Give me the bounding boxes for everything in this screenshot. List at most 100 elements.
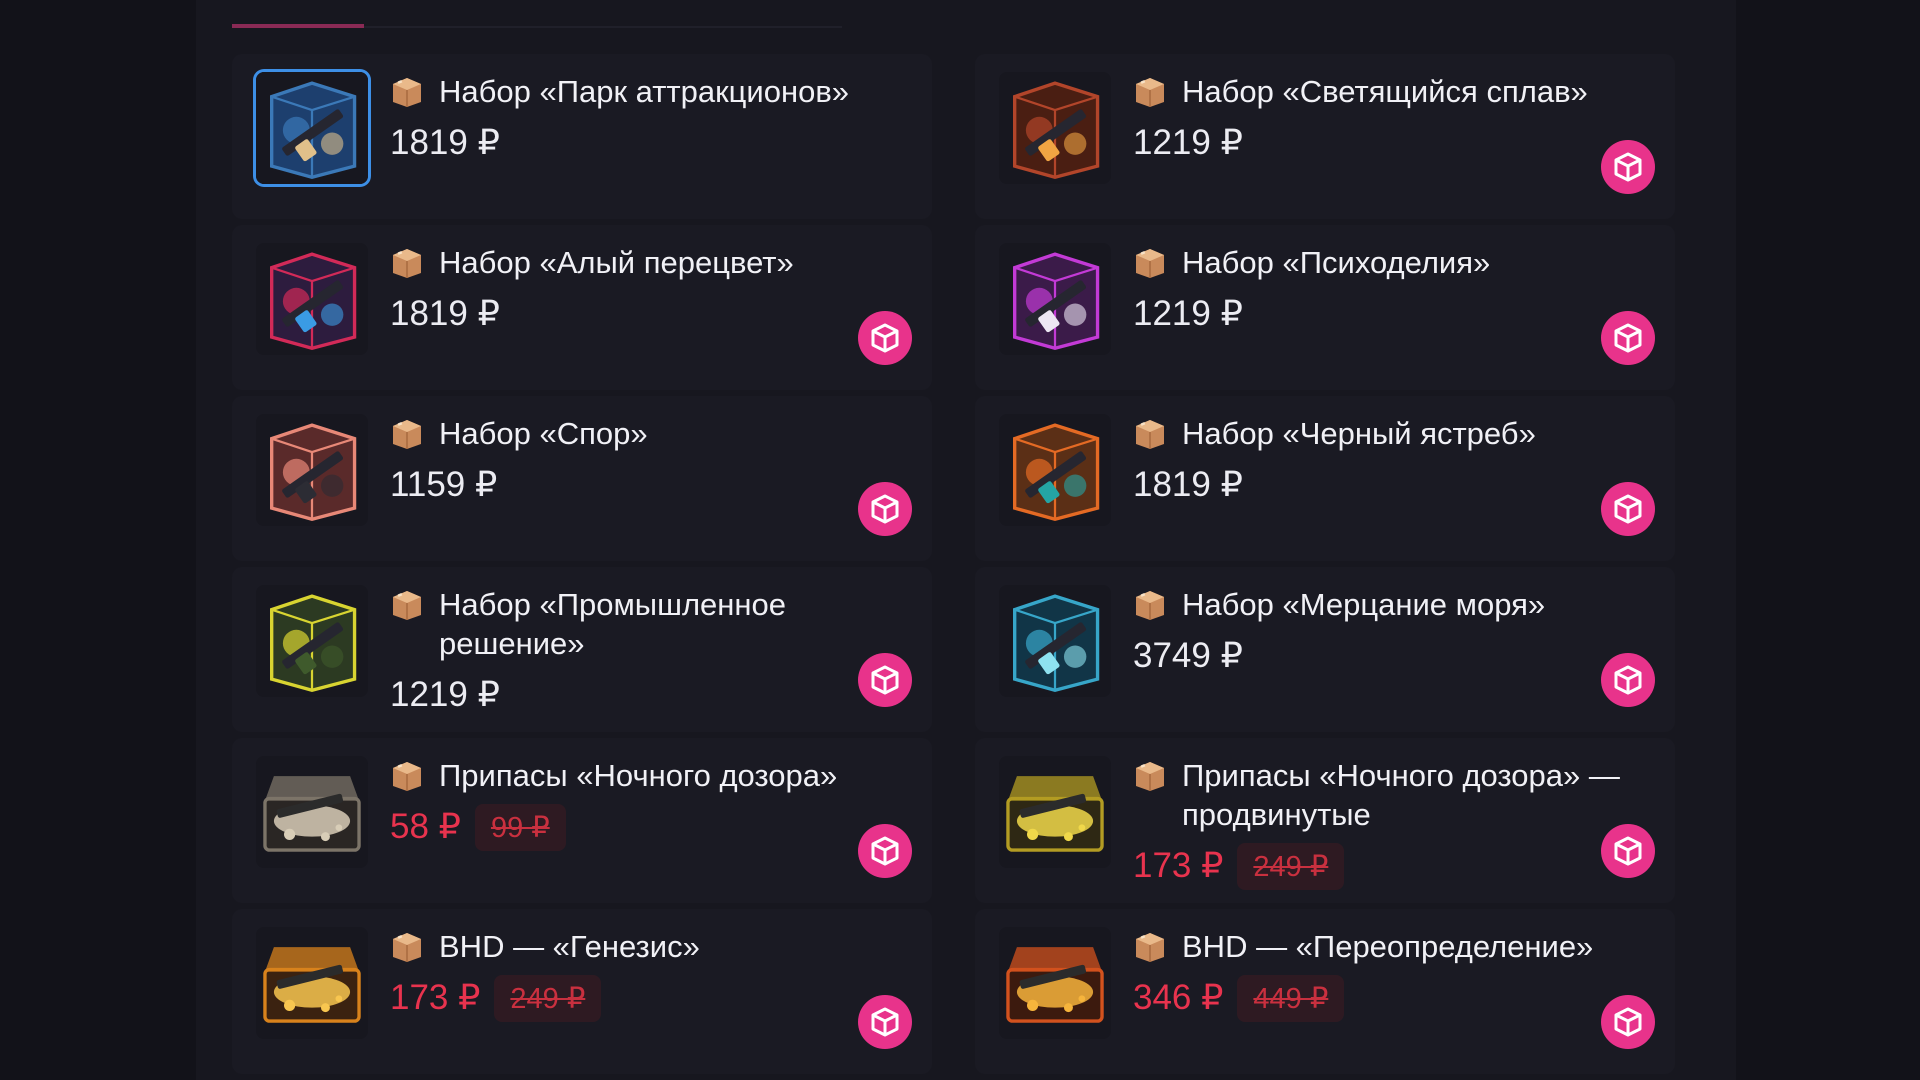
product-title: Набор «Парк аттракционов» — [439, 74, 850, 109]
product-card[interactable]: Набор «Мерцание моря» 3749 ₽ — [975, 567, 1675, 732]
package-icon — [390, 760, 424, 792]
price-row: 58 ₽ 99 ₽ — [390, 803, 890, 851]
product-title-row: Набор «Мерцание моря» — [1133, 585, 1633, 624]
package-icon — [1133, 760, 1167, 792]
price-row: 1219 ₽ — [390, 673, 890, 717]
product-thumbnail[interactable] — [999, 756, 1111, 868]
product-title: Набор «Спор» — [439, 416, 648, 451]
cube-icon — [1612, 1006, 1644, 1038]
product-info: BHD — «Переопределение» 346 ₽ 449 ₽ — [1133, 927, 1633, 1022]
package-icon — [1133, 247, 1167, 279]
product-thumbnail[interactable] — [999, 414, 1111, 526]
product-title: Набор «Промышленное решение» — [439, 587, 786, 661]
add-to-cart-button[interactable] — [1601, 311, 1655, 365]
product-title: BHD — «Генезис» — [439, 929, 700, 964]
product-title: Набор «Психоделия» — [1182, 245, 1491, 280]
cube-icon — [869, 493, 901, 525]
price-row: 1159 ₽ — [390, 463, 890, 507]
product-card[interactable]: BHD — «Генезис» 173 ₽ 249 ₽ — [232, 909, 932, 1074]
package-icon — [390, 247, 424, 279]
package-icon — [1133, 418, 1167, 450]
cube-icon — [869, 664, 901, 696]
cube-icon — [1612, 835, 1644, 867]
product-card[interactable]: Набор «Светящийся сплав» 1219 ₽ — [975, 54, 1675, 219]
cube-icon — [1612, 322, 1644, 354]
product-card[interactable]: Припасы «Ночного дозора» — продвинутые 17… — [975, 738, 1675, 903]
product-title: Набор «Алый перецвет» — [439, 245, 794, 280]
add-to-cart-button[interactable] — [858, 995, 912, 1049]
product-thumbnail[interactable] — [999, 585, 1111, 697]
package-icon — [1133, 76, 1167, 108]
add-to-cart-button[interactable] — [1601, 824, 1655, 878]
product-thumbnail[interactable] — [256, 72, 368, 184]
product-thumbnail[interactable] — [256, 414, 368, 526]
package-icon — [390, 76, 424, 108]
product-title-row: Набор «Алый перецвет» — [390, 243, 890, 282]
product-card[interactable]: Набор «Спор» 1159 ₽ — [232, 396, 932, 561]
product-title-row: Набор «Черный ястреб» — [1133, 414, 1633, 453]
product-title-row: Припасы «Ночного дозора» — продвинутые — [1133, 756, 1633, 834]
product-card[interactable]: Набор «Черный ястреб» 1819 ₽ — [975, 396, 1675, 561]
add-to-cart-button[interactable] — [1601, 995, 1655, 1049]
product-card[interactable]: Набор «Алый перецвет» 1819 ₽ — [232, 225, 932, 390]
product-title-row: Набор «Спор» — [390, 414, 890, 453]
price-row: 3749 ₽ — [1133, 634, 1633, 678]
product-title-row: Набор «Парк аттракционов» — [390, 72, 890, 111]
product-info: BHD — «Генезис» 173 ₽ 249 ₽ — [390, 927, 890, 1022]
product-price: 1819 ₽ — [1133, 465, 1243, 504]
product-price: 1159 ₽ — [390, 465, 498, 504]
price-row: 173 ₽ 249 ₽ — [390, 974, 890, 1022]
product-price: 1219 ₽ — [1133, 294, 1243, 333]
product-title: Набор «Мерцание моря» — [1182, 587, 1546, 622]
cube-icon — [869, 1006, 901, 1038]
product-info: Набор «Светящийся сплав» 1219 ₽ — [1133, 72, 1633, 165]
product-info: Набор «Психоделия» 1219 ₽ — [1133, 243, 1633, 336]
product-card[interactable]: BHD — «Переопределение» 346 ₽ 449 ₽ — [975, 909, 1675, 1074]
old-price: 99 ₽ — [474, 803, 566, 851]
old-price: 449 ₽ — [1237, 974, 1345, 1022]
product-info: Припасы «Ночного дозора» 58 ₽ 99 ₽ — [390, 756, 890, 851]
product-info: Набор «Алый перецвет» 1819 ₽ — [390, 243, 890, 336]
product-thumbnail[interactable] — [999, 243, 1111, 355]
product-thumbnail[interactable] — [999, 72, 1111, 184]
cube-icon — [1612, 151, 1644, 183]
add-to-cart-button[interactable] — [858, 311, 912, 365]
product-card[interactable]: Набор «Парк аттракционов» 1819 ₽ — [232, 54, 932, 219]
package-icon — [390, 418, 424, 450]
package-icon — [1133, 589, 1167, 621]
product-thumbnail[interactable] — [256, 243, 368, 355]
sale-price: 346 ₽ — [1133, 978, 1224, 1017]
package-icon — [1133, 931, 1167, 963]
product-thumbnail[interactable] — [256, 585, 368, 697]
price-row: 173 ₽ 249 ₽ — [1133, 842, 1633, 890]
product-price: 1819 ₽ — [390, 294, 500, 333]
add-to-cart-button[interactable] — [858, 653, 912, 707]
sale-price: 58 ₽ — [390, 807, 461, 846]
product-grid: Набор «Парк аттракционов» 1819 ₽ Набор «С… — [0, 0, 1920, 1080]
add-to-cart-button[interactable] — [1601, 653, 1655, 707]
product-thumbnail[interactable] — [256, 927, 368, 1039]
product-title: BHD — «Переопределение» — [1182, 929, 1594, 964]
add-to-cart-button[interactable] — [858, 824, 912, 878]
product-card[interactable]: Набор «Психоделия» 1219 ₽ — [975, 225, 1675, 390]
product-card[interactable]: Припасы «Ночного дозора» 58 ₽ 99 ₽ — [232, 738, 932, 903]
price-row: 1219 ₽ — [1133, 292, 1633, 336]
product-price: 3749 ₽ — [1133, 636, 1243, 675]
product-price: 1219 ₽ — [390, 675, 500, 714]
product-info: Припасы «Ночного дозора» — продвинутые 17… — [1133, 756, 1633, 890]
product-card[interactable]: Набор «Промышленное решение» 1219 ₽ — [232, 567, 932, 732]
product-thumbnail[interactable] — [999, 927, 1111, 1039]
product-info: Набор «Черный ястреб» 1819 ₽ — [1133, 414, 1633, 507]
add-to-cart-button[interactable] — [1601, 140, 1655, 194]
add-to-cart-button[interactable] — [858, 482, 912, 536]
old-price: 249 ₽ — [494, 974, 602, 1022]
product-title: Припасы «Ночного дозора» — продвинутые — [1182, 758, 1620, 832]
product-title-row: Набор «Промышленное решение» — [390, 585, 890, 663]
add-to-cart-button[interactable] — [1601, 482, 1655, 536]
sale-price: 173 ₽ — [390, 978, 481, 1017]
product-title-row: BHD — «Переопределение» — [1133, 927, 1633, 966]
product-info: Набор «Парк аттракционов» 1819 ₽ — [390, 72, 890, 165]
price-row: 1819 ₽ — [1133, 463, 1633, 507]
product-thumbnail[interactable] — [256, 756, 368, 868]
package-icon — [390, 931, 424, 963]
